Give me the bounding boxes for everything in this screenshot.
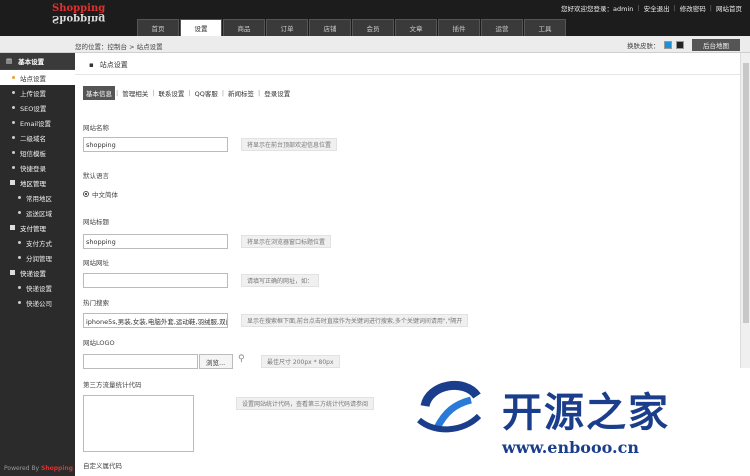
sidebar-item-quick-login[interactable]: 快捷登录: [0, 160, 75, 175]
breadcrumb-bar: 您的位置：控制台 > 站点设置 换肤皮肤： 后台地图: [0, 36, 750, 53]
tab-home[interactable]: 首页: [137, 19, 179, 36]
sidebar-group-express[interactable]: 快递设置: [0, 265, 75, 280]
site-url-input[interactable]: [83, 273, 228, 288]
sidebar-item-shipping-regions[interactable]: 运送区域: [0, 205, 75, 220]
section-title: ▪ 站点设置: [75, 55, 740, 75]
sidebar-item-payment-methods[interactable]: 支付方式: [0, 235, 75, 250]
site-name-hint: 将显示在前台顶部欢迎信息位置: [241, 138, 338, 151]
sidebar-head[interactable]: ▤ 基本设置: [0, 53, 75, 70]
tab-orders[interactable]: 订单: [266, 19, 308, 36]
sidebar-item-express-companies[interactable]: 快递公司: [0, 295, 75, 310]
site-title-label: 网站标题: [83, 218, 109, 226]
bullet-icon: [12, 121, 15, 124]
sidebar-item-subdomain[interactable]: 二级域名: [0, 130, 75, 145]
sidebar-item-seo[interactable]: SEO设置: [0, 100, 75, 115]
sidebar-group-regions[interactable]: 地区管理: [0, 175, 75, 190]
site-title-input[interactable]: shopping: [83, 234, 228, 249]
site-url-label: 网站网址: [83, 259, 109, 267]
bullet-icon: [18, 211, 21, 214]
tab-operations[interactable]: 运营: [481, 19, 523, 36]
site-url-hint: 请填写正确的网址，如：: [241, 274, 320, 287]
sidebar-item-common-regions[interactable]: 常用地区: [0, 190, 75, 205]
logo-path-input[interactable]: [83, 354, 198, 369]
bullet-icon: [12, 106, 15, 109]
bullet-icon: [12, 91, 15, 94]
folder-icon: [10, 225, 15, 230]
bullet-icon: [18, 301, 21, 304]
user-greeting: 您好欢迎您登录：admin: [561, 5, 634, 13]
subtab-login[interactable]: 登录设置: [261, 86, 293, 100]
skin-switcher: 换肤皮肤：: [627, 40, 684, 50]
subtab-admin[interactable]: 管理相关: [119, 86, 151, 100]
change-password-link[interactable]: 修改密码: [680, 3, 706, 13]
logout-link[interactable]: 安全退出: [644, 3, 670, 13]
stats-code-label: 第三方流量统计代码: [83, 381, 142, 389]
bullet-icon: [18, 256, 21, 259]
folder-icon: [10, 270, 15, 275]
tab-articles[interactable]: 文章: [395, 19, 437, 36]
bullet-icon: [12, 151, 15, 154]
shopping-logo[interactable]: Shopping Shopping: [52, 3, 112, 29]
footer-code-label: 自定义属代码: [83, 462, 122, 470]
tab-settings[interactable]: 设置: [180, 19, 222, 36]
site-home-link[interactable]: 网站首页: [716, 3, 742, 13]
stats-code-textarea[interactable]: [83, 395, 194, 452]
logo-label: 网站LOGO: [83, 339, 115, 347]
settings-subtabs: 基本信息 | 管理相关 | 联系设置 | QQ客服 | 新闻标签 | 登录设置: [83, 86, 293, 100]
powered-by: Powered By Shopping: [4, 465, 73, 472]
scrollbar-thumb[interactable]: [743, 63, 749, 323]
watermark-text: 开源之家: [502, 390, 670, 436]
document-icon: ▪: [89, 60, 94, 69]
hot-words-input[interactable]: iphone5s,男装,女装,电脑外套,运动鞋,羽绒服,双门: [83, 313, 228, 328]
stats-code-hint: 设置网站统计代码，查看第三方统计代码请参阅: [236, 397, 375, 410]
tab-stores[interactable]: 店铺: [309, 19, 351, 36]
bullet-icon: [18, 286, 21, 289]
bullet-icon: [12, 136, 15, 139]
tab-plugins[interactable]: 插件: [438, 19, 480, 36]
sidebar-item-email[interactable]: Email设置: [0, 115, 75, 130]
site-title-hint: 将显示在浏览器窗口标题位置: [241, 235, 332, 248]
browse-button[interactable]: 浏览...: [199, 354, 233, 369]
magnifier-icon[interactable]: ⚲: [238, 354, 250, 366]
subtab-basic[interactable]: 基本信息: [83, 86, 115, 100]
watermark: 开源之家 www.enbooo.cn: [397, 368, 750, 476]
tab-members[interactable]: 会员: [352, 19, 394, 36]
sidebar-item-sms[interactable]: 短信模板: [0, 145, 75, 160]
settings-icon: ▤: [6, 57, 13, 65]
subtab-qq[interactable]: QQ客服: [192, 86, 221, 100]
tab-goods[interactable]: 商品: [223, 19, 265, 36]
subtab-news-tags[interactable]: 新闻标签: [225, 86, 257, 100]
skin-dark-swatch[interactable]: [675, 41, 684, 49]
subtab-contact[interactable]: 联系设置: [155, 86, 187, 100]
site-name-label: 网站名称: [83, 124, 109, 132]
bullet-icon: [18, 241, 21, 244]
sidebar-group-payment[interactable]: 支付管理: [0, 220, 75, 235]
skin-label: 换肤皮肤：: [627, 42, 660, 50]
logo-hint: 最佳尺寸 200px * 80px: [261, 355, 340, 368]
hot-words-hint: 显示在搜索框下面,前台点击时直接作为关键词进行搜索,多个关键词间请用","隔开: [241, 314, 469, 327]
breadcrumb: 您的位置：控制台 > 站点设置: [75, 43, 163, 51]
skin-blue-swatch[interactable]: [663, 41, 672, 49]
radio-icon: [83, 191, 89, 197]
language-radio[interactable]: 中文简体: [83, 189, 118, 199]
top-header: Shopping Shopping 您好欢迎您登录：admin | 安全退出 |…: [0, 0, 750, 36]
watermark-url: www.enbooo.cn: [502, 438, 639, 457]
language-label: 默认语言: [83, 172, 109, 180]
bullet-icon: [12, 76, 15, 79]
bullet-icon: [18, 196, 21, 199]
user-bar: 您好欢迎您登录：admin | 安全退出 | 修改密码 | 网站首页: [561, 3, 742, 13]
sidebar-item-profit-share[interactable]: 分润管理: [0, 250, 75, 265]
sidebar: ▤ 基本设置 站点设置 上传设置 SEO设置 Email设置 二级域名 短信模板…: [0, 53, 75, 476]
hot-words-label: 热门搜索: [83, 299, 109, 307]
admin-map-button[interactable]: 后台地图: [692, 39, 740, 51]
bullet-icon: [12, 166, 15, 169]
main-nav: 首页 设置 商品 订单 店铺 会员 文章 插件 运营 工具: [137, 19, 566, 36]
sidebar-item-upload[interactable]: 上传设置: [0, 85, 75, 100]
folder-icon: [10, 180, 15, 185]
site-name-input[interactable]: shopping: [83, 137, 228, 152]
watermark-logo-icon: [417, 381, 482, 433]
sidebar-item-site-settings[interactable]: 站点设置: [0, 70, 75, 85]
sidebar-item-express-settings[interactable]: 快递设置: [0, 280, 75, 295]
tab-tools[interactable]: 工具: [524, 19, 566, 36]
